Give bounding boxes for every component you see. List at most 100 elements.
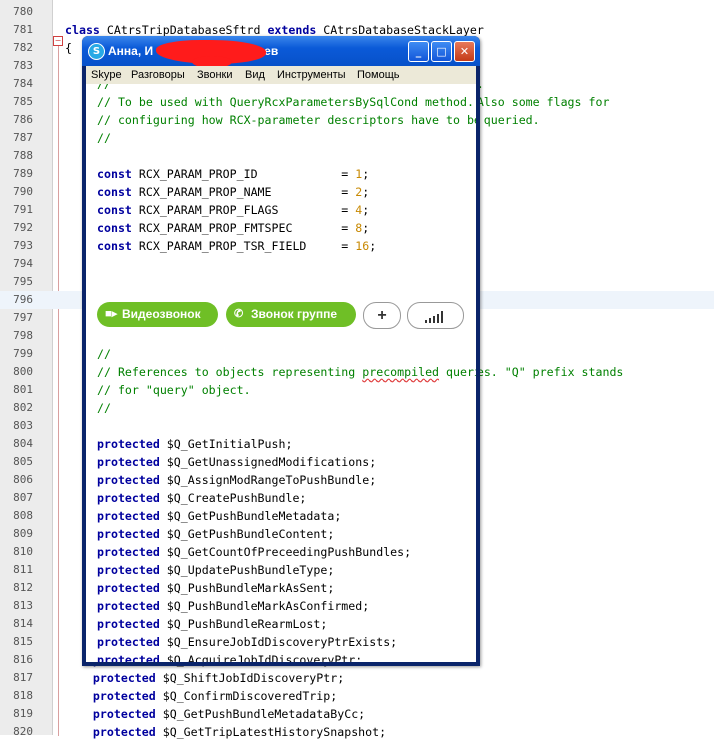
- visible-code-line: const RCX_PARAM_PROP_TSR_FIELD = 16;: [86, 237, 476, 255]
- code-text: const RCX_PARAM_PROP_TSR_FIELD = 16;: [97, 237, 376, 255]
- code-text: protected $Q_ShiftJobIdDiscoveryPtr;: [65, 669, 344, 687]
- group-call-button[interactable]: ✆ Звонок группе: [226, 302, 356, 327]
- code-token: $Q_PushBundleRearmLost;: [159, 617, 328, 631]
- skype-logo-icon: S: [88, 43, 105, 60]
- line-number: 799: [13, 347, 33, 360]
- code-token: protected: [92, 725, 156, 739]
- line-number: 820: [13, 725, 33, 738]
- code-token: $Q_GetTripLatestHistorySnapshot;: [155, 725, 387, 739]
- code-text: const RCX_PARAM_PROP_ID = 1;: [97, 165, 369, 183]
- line-number: 807: [13, 491, 33, 504]
- code-line[interactable]: 780: [0, 3, 714, 21]
- code-token: protected: [97, 563, 160, 577]
- conversation-pane[interactable]: // // To be used with QueryRcxParametersB…: [86, 84, 476, 662]
- video-call-button[interactable]: ■▸ Видеозвонок: [97, 302, 218, 327]
- code-text: protected $Q_GetPushBundleContent;: [97, 525, 334, 543]
- line-number: 793: [13, 239, 33, 252]
- menu-tools[interactable]: Инструменты: [277, 66, 346, 84]
- line-number: 808: [13, 509, 33, 522]
- phone-icon: ✆: [234, 308, 244, 320]
- visible-code-line: [86, 417, 476, 435]
- line-number: 813: [13, 599, 33, 612]
- code-token: //: [97, 347, 111, 361]
- code-token: protected: [97, 617, 160, 631]
- line-number: 816: [13, 653, 33, 666]
- menu-view[interactable]: Вид: [245, 66, 265, 84]
- code-token: protected: [97, 473, 160, 487]
- code-text: //: [97, 399, 111, 417]
- code-token: RCX_PARAM_PROP_TSR_FIELD =: [131, 239, 356, 253]
- code-line[interactable]: 820 protected $Q_GetTripLatestHistorySna…: [0, 723, 714, 741]
- menu-skype[interactable]: Skype: [91, 66, 122, 84]
- line-number: 780: [13, 5, 33, 18]
- code-line[interactable]: 817 protected $Q_ShiftJobIdDiscoveryPtr;: [0, 669, 714, 687]
- code-text: // References to objects representing pr…: [97, 363, 476, 381]
- code-token: // To be used with QueryRcxParametersByS…: [97, 95, 474, 109]
- maximize-button[interactable]: □: [431, 41, 452, 62]
- code-text: //: [97, 345, 111, 363]
- code-token: protected: [97, 527, 160, 541]
- call-quality-button[interactable]: [407, 302, 464, 329]
- code-token: protected: [92, 671, 156, 685]
- visible-code-line: protected $Q_GetCountOfPreceedingPushBun…: [86, 543, 476, 561]
- line-number: 818: [13, 689, 33, 702]
- menu-help[interactable]: Помощь: [357, 66, 400, 84]
- add-participant-button[interactable]: +: [363, 302, 401, 329]
- line-number: 794: [13, 257, 33, 270]
- line-number: 811: [13, 563, 33, 576]
- menu-calls[interactable]: Звонки: [197, 66, 233, 84]
- code-token: $Q_PushBundleMarkAsSent;: [159, 581, 335, 595]
- visible-code-line: protected $Q_PushBundleRearmLost;: [86, 615, 476, 633]
- code-text: const RCX_PARAM_PROP_FMTSPEC = 8;: [97, 219, 369, 237]
- code-token: const: [97, 167, 132, 181]
- code-token: protected: [97, 581, 160, 595]
- line-number: 786: [13, 113, 33, 126]
- visible-code-line: protected $Q_PushBundleMarkAsSent;: [86, 579, 476, 597]
- line-number: 785: [13, 95, 33, 108]
- code-token: $Q_GetUnassignedModifications;: [159, 455, 377, 469]
- window-titlebar[interactable]: S Анна, И ев _ □ ✕: [82, 36, 480, 68]
- code-token: 16: [355, 239, 370, 253]
- code-line[interactable]: 818 protected $Q_ConfirmDiscoveredTrip;: [0, 687, 714, 705]
- visible-code-line: protected $Q_AcquireJobIdDiscoveryPtr;: [86, 651, 476, 662]
- visible-code-line: // for "query" object.: [86, 381, 476, 399]
- line-number: 805: [13, 455, 33, 468]
- line-number: 791: [13, 203, 33, 216]
- line-number: 810: [13, 545, 33, 558]
- code-text: protected $Q_GetTripLatestHistorySnapsho…: [65, 723, 386, 741]
- code-text: protected $Q_AcquireJobIdDiscoveryPtr;: [97, 651, 362, 662]
- line-number: 817: [13, 671, 33, 684]
- code-text: // for "query" object.: [97, 381, 251, 399]
- code-token: protected: [97, 455, 160, 469]
- code-token: const: [97, 203, 132, 217]
- visible-code-line: protected $Q_PushBundleMarkAsConfirmed;: [86, 597, 476, 615]
- line-number: 806: [13, 473, 33, 486]
- line-number: 809: [13, 527, 33, 540]
- line-number: 782: [13, 41, 33, 54]
- code-token: const: [97, 239, 132, 253]
- code-text: protected $Q_PushBundleRearmLost;: [97, 615, 327, 633]
- visible-code-line: const RCX_PARAM_PROP_FLAGS = 4;: [86, 201, 476, 219]
- minimize-button[interactable]: _: [408, 41, 429, 62]
- window-title-first: Анна, И: [108, 44, 154, 58]
- skype-window[interactable]: S Анна, И ев _ □ ✕ Skype Разговоры Звонки…: [82, 36, 480, 666]
- code-token: $Q_AcquireJobIdDiscoveryPtr;: [159, 653, 363, 662]
- code-token: RCX_PARAM_PROP_FLAGS =: [131, 203, 356, 217]
- menu-bar: Skype Разговоры Звонки Вид Инструменты П…: [86, 66, 476, 84]
- menu-conversations[interactable]: Разговоры: [131, 66, 185, 84]
- code-token: $Q_AssignModRangeToPushBundle;: [159, 473, 377, 487]
- code-token: const: [97, 185, 132, 199]
- line-number: 800: [13, 365, 33, 378]
- line-number: 819: [13, 707, 33, 720]
- close-button[interactable]: ✕: [454, 41, 475, 62]
- code-token: RCX_PARAM_PROP_NAME =: [131, 185, 356, 199]
- line-number: 815: [13, 635, 33, 648]
- line-number: 788: [13, 149, 33, 162]
- line-number: 803: [13, 419, 33, 432]
- code-text: protected $Q_GetPushBundleMetadata;: [97, 507, 341, 525]
- code-line[interactable]: 819 protected $Q_GetPushBundleMetadataBy…: [0, 705, 714, 723]
- code-token: //: [97, 131, 111, 145]
- code-token: RCX_PARAM_PROP_ID =: [131, 167, 356, 181]
